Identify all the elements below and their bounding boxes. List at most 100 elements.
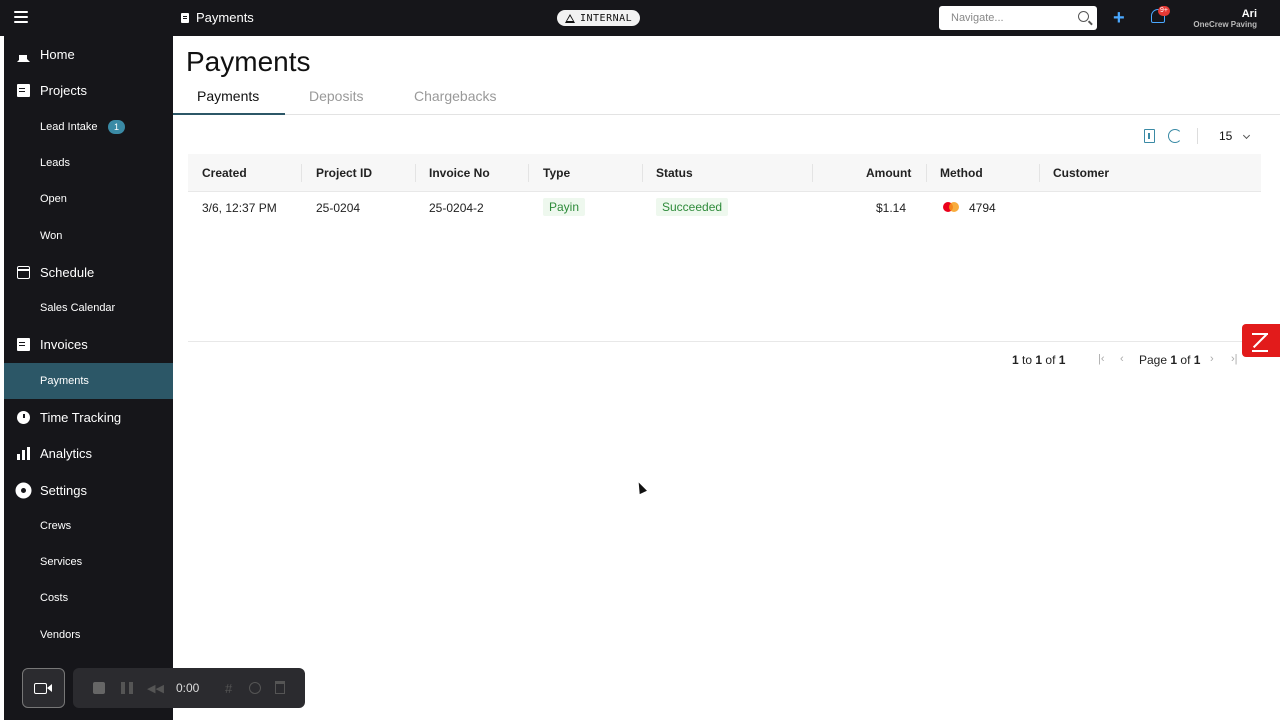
pause-icon[interactable] [121, 682, 133, 694]
row-range-of-word: of [1045, 353, 1056, 367]
tab-deposits[interactable]: Deposits [309, 88, 363, 114]
recording-time: 0:00 [176, 681, 200, 695]
page-of-word: of [1180, 353, 1191, 367]
stop-icon[interactable] [93, 682, 105, 694]
sidebar: Home Projects Lead Intake 1 Leads Open W… [0, 36, 173, 720]
sidebar-item-open[interactable]: Open [4, 181, 173, 217]
tab-payments[interactable]: Payments [197, 88, 259, 114]
restart-icon[interactable] [249, 682, 261, 694]
sidebar-item-label: Analytics [40, 445, 93, 461]
status-badge: Succeeded [656, 198, 729, 216]
column-header-type[interactable]: Type [543, 166, 570, 180]
current-page: 1 [1170, 353, 1178, 367]
zapier-icon[interactable] [1242, 324, 1280, 357]
tab-bar: Payments Deposits Chargebacks [173, 82, 1280, 115]
sidebar-item-label: Time Tracking [40, 409, 122, 425]
sidebar-item-label: Settings [40, 482, 87, 498]
environment-badge: INTERNAL [557, 10, 641, 26]
rewind-icon[interactable]: ◀◀ [147, 682, 164, 695]
document-icon [181, 12, 189, 23]
sidebar-item-payments[interactable]: Payments [4, 363, 173, 399]
sidebar-item-label: Crews [40, 520, 72, 532]
cell-amount: $1.14 [876, 201, 907, 215]
payments-table: Created Project ID Invoice No Type Statu… [188, 154, 1261, 342]
previous-page-icon[interactable]: ‹ [1120, 353, 1124, 365]
last-page-icon[interactable]: ›| [1231, 353, 1238, 365]
page-title: Payments [186, 46, 311, 77]
camera-icon[interactable] [22, 668, 65, 708]
main-content: Payments Payments Deposits Chargebacks 1… [173, 36, 1280, 720]
mastercard-icon [943, 202, 959, 212]
sidebar-item-lead-intake[interactable]: Lead Intake 1 [4, 109, 173, 145]
sidebar-item-leads[interactable]: Leads [4, 145, 173, 181]
count-badge: 1 [108, 120, 125, 134]
search-input[interactable]: Navigate... [939, 6, 1097, 30]
export-icon[interactable] [1144, 129, 1155, 143]
sidebar-item-vendors[interactable]: Vendors [4, 617, 173, 653]
column-divider[interactable] [926, 164, 927, 182]
user-name: Ari [1241, 8, 1257, 20]
warning-icon [565, 13, 575, 23]
column-divider[interactable] [642, 164, 643, 182]
sidebar-item-label: Projects [40, 82, 87, 98]
column-header-customer[interactable]: Customer [1053, 166, 1109, 180]
trash-icon[interactable] [275, 681, 285, 694]
home-icon [17, 49, 30, 62]
sidebar-item-invoices[interactable]: Invoices [4, 326, 173, 362]
column-divider[interactable] [415, 164, 416, 182]
row-count: 1 to 1 of 1 [1012, 353, 1065, 367]
next-page-icon[interactable]: › [1210, 353, 1214, 365]
tab-chargebacks[interactable]: Chargebacks [414, 88, 497, 114]
row-range-start: 1 [1012, 353, 1019, 367]
column-header-invoice-no[interactable]: Invoice No [429, 166, 490, 180]
sidebar-item-analytics[interactable]: Analytics [4, 435, 173, 471]
user-menu[interactable]: Ari OneCrew Paving [1193, 8, 1257, 29]
top-bar: Payments INTERNAL Navigate... + 9+ Ari O… [0, 0, 1280, 36]
recorder-controls: ◀◀ 0:00 # [73, 668, 305, 708]
column-divider[interactable] [812, 164, 813, 182]
column-header-status[interactable]: Status [656, 166, 693, 180]
add-icon[interactable]: + [1113, 8, 1125, 28]
column-header-project-id[interactable]: Project ID [316, 166, 372, 180]
page-indicator: Page 1 of 1 [1139, 353, 1200, 367]
first-page-icon[interactable]: |‹ [1098, 353, 1105, 365]
column-header-created[interactable]: Created [202, 166, 247, 180]
grid-icon[interactable]: # [225, 681, 232, 696]
refresh-icon[interactable] [1168, 129, 1182, 143]
sidebar-item-crews[interactable]: Crews [4, 508, 173, 544]
table-header: Created Project ID Invoice No Type Statu… [188, 154, 1261, 192]
sidebar-item-label: Lead Intake [40, 121, 98, 133]
sidebar-item-sales-calendar[interactable]: Sales Calendar [4, 290, 173, 326]
page-size-select[interactable]: 15 [1219, 129, 1251, 143]
breadcrumb-label: Payments [196, 10, 254, 25]
sidebar-item-label: Won [40, 230, 63, 242]
sidebar-item-label: Vendors [40, 629, 81, 641]
column-divider[interactable] [1039, 164, 1040, 182]
menu-icon[interactable] [14, 11, 28, 25]
column-header-amount[interactable]: Amount [866, 166, 911, 180]
row-range-to-word: to [1022, 353, 1033, 367]
sidebar-item-home[interactable]: Home [4, 36, 173, 72]
sidebar-item-label: Schedule [40, 264, 95, 280]
sidebar-item-label: Open [40, 193, 67, 205]
sidebar-item-projects[interactable]: Projects [4, 72, 173, 108]
company-name: OneCrew Paving [1193, 20, 1257, 29]
clock-icon [17, 411, 30, 424]
column-header-method[interactable]: Method [940, 166, 983, 180]
sidebar-item-services[interactable]: Services [4, 544, 173, 580]
page-word: Page [1139, 353, 1168, 367]
sidebar-item-won[interactable]: Won [4, 218, 173, 254]
column-divider[interactable] [528, 164, 529, 182]
search-icon[interactable] [1078, 11, 1089, 22]
toolbar-divider [1197, 128, 1198, 144]
bar-chart-icon [17, 447, 30, 460]
column-divider[interactable] [301, 164, 302, 182]
sidebar-item-schedule[interactable]: Schedule [4, 254, 173, 290]
sidebar-item-costs[interactable]: Costs [4, 580, 173, 616]
calendar-icon [17, 266, 30, 279]
sidebar-item-time-tracking[interactable]: Time Tracking [4, 399, 173, 435]
sidebar-item-label: Costs [40, 592, 69, 604]
sidebar-item-settings[interactable]: Settings [4, 472, 173, 508]
invoice-icon [17, 338, 30, 351]
type-badge: Payin [543, 198, 586, 216]
